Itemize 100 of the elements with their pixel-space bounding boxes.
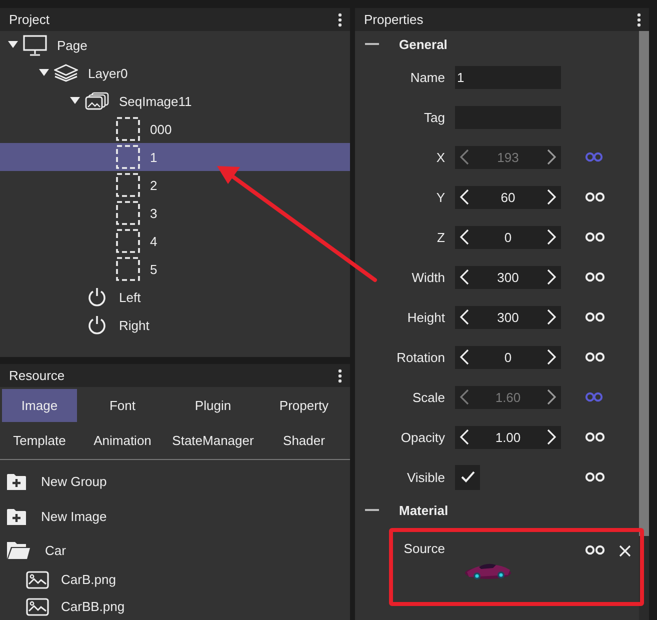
resource-tab[interactable]: Animation [77, 424, 168, 457]
link-icon[interactable] [585, 312, 605, 322]
property-label: Source [402, 541, 446, 556]
link-icon[interactable] [585, 352, 605, 362]
property-label: Y [435, 190, 446, 204]
dashed-square-icon [116, 173, 140, 197]
more-icon[interactable] [338, 368, 342, 382]
image-stack-icon [85, 92, 109, 110]
panel-title: Resource [9, 368, 65, 383]
folder-icon [6, 540, 31, 560]
tree-item[interactable]: 3 [0, 199, 350, 227]
resource-item[interactable]: Car [0, 534, 350, 566]
collapse-arrow-icon[interactable] [70, 97, 80, 105]
resource-tab[interactable]: StateManager [168, 424, 258, 457]
image-file-icon [26, 570, 49, 588]
add-folder-icon [6, 508, 27, 526]
collapse-arrow-icon[interactable] [39, 69, 49, 77]
number-value: 60 [500, 190, 516, 204]
resource-tab[interactable]: Shader [258, 424, 350, 457]
resource-item-label: CarB.png [61, 572, 116, 587]
checkbox[interactable] [455, 464, 480, 490]
resource-tab[interactable]: Property [258, 389, 350, 422]
tree-item-label: SeqImage11 [119, 94, 192, 108]
add-folder-icon [6, 472, 27, 490]
check-icon [460, 471, 474, 483]
property-label: Tag [423, 110, 446, 124]
link-icon[interactable] [585, 472, 605, 482]
panel-title: Project [9, 12, 50, 27]
more-icon[interactable] [637, 12, 641, 26]
tree-item[interactable]: 5 [0, 255, 350, 283]
section-title: Material [399, 502, 448, 518]
tree-item[interactable]: SeqImage11 [0, 87, 350, 115]
property-label: Opacity [400, 430, 446, 444]
tree-item-label: 5 [150, 262, 158, 276]
field-value: 1 [457, 70, 464, 84]
layers-icon [54, 64, 78, 82]
link-icon[interactable] [585, 232, 605, 242]
resource-item-label: New Group [41, 474, 107, 489]
tree-item[interactable]: 2 [0, 171, 350, 199]
section-header[interactable]: Material [355, 497, 639, 523]
property-label: X [435, 150, 446, 164]
property-label: Z [436, 230, 446, 244]
number-value: 1.60 [494, 390, 522, 404]
tree-item-label: 000 [150, 122, 172, 136]
link-icon[interactable] [585, 272, 605, 282]
link-icon[interactable] [585, 432, 605, 442]
resource-item-label: Car [45, 542, 66, 558]
resource-item[interactable]: New Group [0, 464, 350, 499]
link-icon[interactable] [585, 192, 605, 202]
property-label: Rotation [396, 350, 446, 364]
resource-item[interactable]: New Image [0, 499, 350, 534]
dashed-square-icon [116, 257, 140, 281]
tree-item-label: Left [119, 290, 141, 304]
section-title: General [399, 36, 448, 52]
section-header[interactable]: General [355, 31, 639, 57]
property-label: Scale [411, 390, 446, 404]
tree-item-label: Right [119, 318, 150, 332]
resource-tab[interactable]: Font [77, 389, 168, 422]
resource-tab[interactable]: Plugin [168, 389, 258, 422]
close-icon[interactable] [619, 545, 631, 557]
link-icon[interactable] [585, 545, 605, 555]
tree-item-label: 1 [150, 150, 158, 164]
tree-item[interactable]: Page [0, 31, 350, 59]
text-field[interactable]: 1 [455, 66, 561, 88]
property-label: Width [410, 270, 446, 284]
tree-item-label: 3 [150, 206, 158, 220]
number-value: 0 [503, 230, 513, 244]
collapse-arrow-icon[interactable] [8, 41, 18, 49]
tree-item[interactable]: Layer0 [0, 59, 350, 87]
dashed-square-icon [116, 229, 140, 253]
increment-icon[interactable] [547, 389, 557, 405]
tree-item[interactable]: Right [0, 311, 350, 339]
monitor-icon [23, 34, 47, 56]
image-file-icon [26, 598, 49, 616]
number-value: 300 [496, 310, 520, 324]
power-icon [87, 287, 107, 307]
resource-tab[interactable]: Image [2, 389, 77, 422]
number-value: 1.00 [494, 430, 522, 444]
resource-tab[interactable]: Template [2, 424, 77, 457]
more-icon[interactable] [338, 12, 342, 26]
dashed-square-icon [116, 201, 140, 225]
dashed-square-icon [116, 117, 140, 141]
tree-item-label: 2 [150, 178, 158, 192]
property-label: Height [406, 310, 446, 324]
resource-item-label: CarBB.png [61, 599, 125, 614]
tree-item[interactable]: 000 [0, 115, 350, 143]
resource-item[interactable]: CarBB.png [0, 593, 350, 620]
panel-title: Properties [364, 12, 424, 27]
tree-item-label: Layer0 [88, 66, 128, 80]
resource-item-label: New Image [41, 509, 107, 524]
tree-item[interactable]: 1 [0, 143, 350, 171]
number-value: 0 [503, 350, 513, 364]
number-value: 300 [496, 270, 520, 284]
tree-item[interactable]: 4 [0, 227, 350, 255]
number-value: 193 [496, 150, 520, 164]
property-label: Visible [406, 470, 446, 484]
increment-icon[interactable] [547, 149, 557, 165]
tree-item-label: 4 [150, 234, 158, 248]
resource-item[interactable]: CarB.png [0, 566, 350, 593]
tree-item[interactable]: Left [0, 283, 350, 311]
